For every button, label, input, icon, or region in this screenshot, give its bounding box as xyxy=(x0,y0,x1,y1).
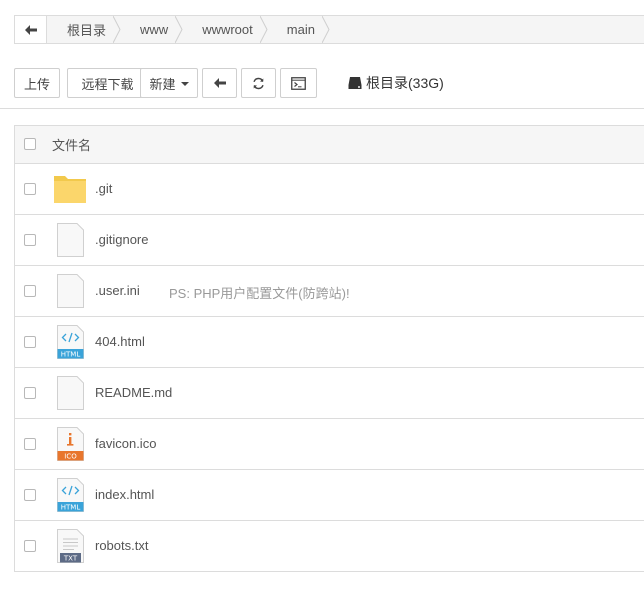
new-button-label: 新建 xyxy=(149,76,176,92)
txt-file-icon: TXT xyxy=(57,529,84,563)
upload-button[interactable]: 上传 xyxy=(14,68,60,98)
breadcrumb-item-www[interactable]: www xyxy=(120,16,183,43)
row-checkbox[interactable] xyxy=(24,540,36,552)
table-row[interactable]: TXT robots.txt xyxy=(15,521,644,572)
file-name[interactable]: .git xyxy=(95,181,112,196)
table-header: 文件名 xyxy=(15,126,644,164)
table-row[interactable]: ICO favicon.ico xyxy=(15,419,644,470)
remote-download-button-label: 远程下载 xyxy=(81,76,134,92)
caret-down-icon xyxy=(180,82,189,86)
file-name[interactable]: .gitignore xyxy=(95,232,148,247)
file-name[interactable]: 404.html xyxy=(95,334,145,349)
terminal-button[interactable] xyxy=(280,68,317,98)
chevron-separator-icon xyxy=(321,16,330,43)
breadcrumb-label: 根目录 xyxy=(67,23,107,38)
new-dropdown-button[interactable]: 新建 xyxy=(140,68,198,98)
table-row[interactable]: HTML 404.html xyxy=(15,317,644,368)
toolbar-divider xyxy=(0,108,644,109)
row-checkbox[interactable] xyxy=(24,489,36,501)
file-name[interactable]: index.html xyxy=(95,487,154,502)
toolbar: 上传 远程下载 新建 根目录(33G) xyxy=(14,68,644,98)
arrow-left-icon xyxy=(24,24,37,35)
row-checkbox[interactable] xyxy=(24,438,36,450)
file-badge: HTML xyxy=(61,504,81,512)
file-badge: TXT xyxy=(63,555,78,563)
file-name[interactable]: favicon.ico xyxy=(95,436,156,451)
arrow-left-icon xyxy=(213,78,226,88)
select-all-checkbox[interactable] xyxy=(24,138,36,150)
breadcrumb-item-wwwroot[interactable]: wwwroot xyxy=(182,16,268,43)
table-row[interactable]: .user.ini PS: PHP用户配置文件(防跨站)! xyxy=(15,266,644,317)
table-row[interactable]: HTML index.html xyxy=(15,470,644,521)
row-checkbox[interactable] xyxy=(24,234,36,246)
file-icon xyxy=(57,274,84,308)
chevron-separator-icon xyxy=(175,16,183,43)
chevron-separator-icon xyxy=(113,16,121,43)
file-name[interactable]: robots.txt xyxy=(95,538,148,553)
table-row[interactable]: .gitignore xyxy=(15,215,644,266)
breadcrumb-label: main xyxy=(286,22,315,37)
terminal-icon xyxy=(291,76,306,90)
column-header-filename[interactable]: 文件名 xyxy=(52,135,91,154)
folder-icon xyxy=(54,176,86,203)
row-checkbox[interactable] xyxy=(24,387,36,399)
file-table: 文件名 .git .gitignore .user.ini PS: PHP用户配… xyxy=(14,125,644,572)
file-icon xyxy=(57,223,84,257)
table-row[interactable]: .git xyxy=(15,164,644,215)
remote-download-button[interactable]: 远程下载 xyxy=(67,68,148,98)
breadcrumb-label: wwwroot xyxy=(202,22,253,37)
file-note: PS: PHP用户配置文件(防跨站)! xyxy=(169,286,350,301)
html-file-icon: HTML xyxy=(57,478,84,512)
file-name[interactable]: .user.ini xyxy=(95,283,140,298)
file-badge: HTML xyxy=(61,351,81,359)
disk-root-link[interactable]: 根目录(33G) xyxy=(348,68,444,98)
refresh-button[interactable] xyxy=(241,68,276,98)
file-badge: ICO xyxy=(64,453,77,461)
disk-label: 根目录(33G) xyxy=(366,75,444,91)
hard-drive-icon xyxy=(348,77,362,89)
upload-button-label: 上传 xyxy=(23,76,50,92)
breadcrumb: 根目录 www wwwroot main xyxy=(14,15,644,44)
refresh-icon xyxy=(253,77,264,89)
html-file-icon: HTML xyxy=(57,325,84,359)
breadcrumb-item-main[interactable]: main xyxy=(267,16,330,43)
go-back-button[interactable] xyxy=(202,68,237,98)
row-checkbox[interactable] xyxy=(24,336,36,348)
file-name[interactable]: README.md xyxy=(95,385,172,400)
file-icon xyxy=(57,376,84,410)
row-checkbox[interactable] xyxy=(24,183,36,195)
breadcrumb-label: www xyxy=(140,22,169,37)
chevron-separator-icon xyxy=(259,16,268,43)
table-row[interactable]: README.md xyxy=(15,368,644,419)
ico-file-icon: ICO xyxy=(57,427,84,461)
breadcrumb-item-root[interactable]: 根目录 xyxy=(47,16,121,43)
back-button[interactable] xyxy=(15,16,47,43)
row-checkbox[interactable] xyxy=(24,285,36,297)
